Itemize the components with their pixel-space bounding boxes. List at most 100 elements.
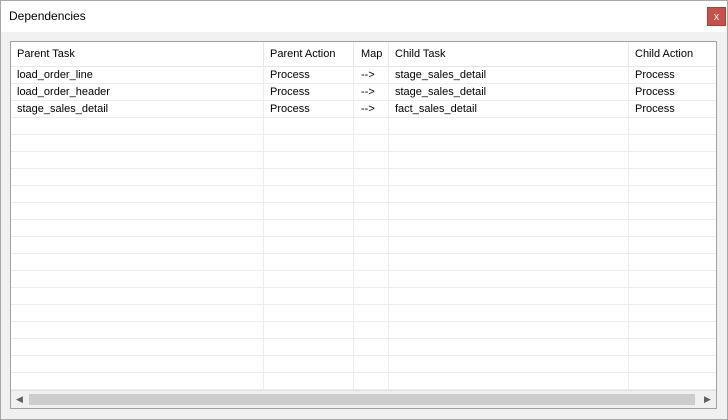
- cell-child-action[interactable]: [629, 220, 716, 237]
- table-row[interactable]: load_order_header Process --> stage_sales_d…: [11, 84, 716, 101]
- cell-child-task[interactable]: [389, 169, 629, 186]
- cell-map[interactable]: -->: [354, 67, 389, 84]
- cell-parent-task[interactable]: [11, 186, 264, 203]
- cell-parent-task[interactable]: stage_sales_detail: [11, 101, 264, 118]
- empty-table-row[interactable]: [11, 118, 716, 135]
- cell-child-task[interactable]: [389, 220, 629, 237]
- empty-table-row[interactable]: [11, 322, 716, 339]
- empty-table-row[interactable]: [11, 220, 716, 237]
- arrow-right-icon[interactable]: ▶: [699, 391, 716, 408]
- empty-table-row[interactable]: [11, 356, 716, 373]
- cell-parent-action[interactable]: [264, 356, 354, 373]
- cell-child-task[interactable]: stage_sales_detail: [389, 84, 629, 101]
- empty-table-row[interactable]: [11, 152, 716, 169]
- cell-parent-task[interactable]: load_order_header: [11, 84, 264, 101]
- cell-parent-action[interactable]: [264, 305, 354, 322]
- cell-parent-action[interactable]: [264, 339, 354, 356]
- cell-map[interactable]: [354, 118, 389, 135]
- empty-table-row[interactable]: [11, 373, 716, 390]
- cell-child-action[interactable]: [629, 169, 716, 186]
- empty-table-row[interactable]: [11, 135, 716, 152]
- cell-child-task[interactable]: [389, 152, 629, 169]
- cell-parent-action[interactable]: [264, 237, 354, 254]
- cell-child-action[interactable]: [629, 322, 716, 339]
- cell-map[interactable]: [354, 220, 389, 237]
- cell-parent-task[interactable]: [11, 118, 264, 135]
- column-header-parent-task[interactable]: Parent Task: [11, 42, 264, 66]
- cell-parent-action[interactable]: [264, 220, 354, 237]
- arrow-left-icon[interactable]: ◀: [11, 391, 28, 408]
- cell-map[interactable]: [354, 373, 389, 390]
- cell-child-task[interactable]: [389, 373, 629, 390]
- cell-map[interactable]: [354, 305, 389, 322]
- cell-parent-task[interactable]: [11, 373, 264, 390]
- cell-parent-task[interactable]: [11, 152, 264, 169]
- horizontal-scrollbar[interactable]: ◀ ▶: [11, 390, 716, 408]
- column-header-parent-action[interactable]: Parent Action: [264, 42, 354, 66]
- cell-map[interactable]: [354, 169, 389, 186]
- cell-map[interactable]: [354, 356, 389, 373]
- empty-table-row[interactable]: [11, 305, 716, 322]
- cell-parent-task[interactable]: [11, 356, 264, 373]
- cell-child-task[interactable]: [389, 288, 629, 305]
- cell-parent-task[interactable]: load_order_line: [11, 67, 264, 84]
- cell-child-action[interactable]: [629, 305, 716, 322]
- cell-child-action[interactable]: [629, 118, 716, 135]
- cell-child-action[interactable]: [629, 254, 716, 271]
- cell-child-task[interactable]: [389, 118, 629, 135]
- empty-table-row[interactable]: [11, 203, 716, 220]
- cell-child-action[interactable]: [629, 135, 716, 152]
- cell-parent-action[interactable]: [264, 373, 354, 390]
- cell-map[interactable]: [354, 288, 389, 305]
- empty-table-row[interactable]: [11, 186, 716, 203]
- cell-parent-task[interactable]: [11, 322, 264, 339]
- cell-parent-task[interactable]: [11, 220, 264, 237]
- cell-map[interactable]: -->: [354, 101, 389, 118]
- cell-parent-action[interactable]: Process: [264, 101, 354, 118]
- cell-parent-task[interactable]: [11, 254, 264, 271]
- cell-map[interactable]: [354, 271, 389, 288]
- cell-child-task[interactable]: [389, 135, 629, 152]
- cell-child-task[interactable]: [389, 186, 629, 203]
- cell-parent-task[interactable]: [11, 339, 264, 356]
- cell-map[interactable]: [354, 135, 389, 152]
- cell-map[interactable]: -->: [354, 84, 389, 101]
- empty-table-row[interactable]: [11, 169, 716, 186]
- column-header-child-task[interactable]: Child Task: [389, 42, 629, 66]
- cell-child-task[interactable]: [389, 271, 629, 288]
- column-header-child-action[interactable]: Child Action: [629, 42, 716, 66]
- cell-parent-action[interactable]: [264, 254, 354, 271]
- empty-table-row[interactable]: [11, 339, 716, 356]
- cell-child-action[interactable]: [629, 339, 716, 356]
- cell-child-action[interactable]: [629, 288, 716, 305]
- cell-map[interactable]: [354, 186, 389, 203]
- cell-child-action[interactable]: Process: [629, 101, 716, 118]
- cell-child-action[interactable]: [629, 152, 716, 169]
- cell-child-task[interactable]: [389, 254, 629, 271]
- empty-table-row[interactable]: [11, 237, 716, 254]
- cell-parent-action[interactable]: [264, 203, 354, 220]
- cell-child-action[interactable]: [629, 203, 716, 220]
- cell-child-action[interactable]: Process: [629, 84, 716, 101]
- cell-map[interactable]: [354, 152, 389, 169]
- cell-child-action[interactable]: [629, 271, 716, 288]
- cell-parent-action[interactable]: [264, 186, 354, 203]
- cell-child-action[interactable]: [629, 373, 716, 390]
- cell-parent-task[interactable]: [11, 305, 264, 322]
- cell-parent-action[interactable]: [264, 152, 354, 169]
- table-row[interactable]: load_order_line Process --> stage_sales_det…: [11, 67, 716, 84]
- scrollbar-thumb[interactable]: [29, 394, 695, 405]
- cell-map[interactable]: [354, 322, 389, 339]
- dependencies-grid[interactable]: Parent Task Parent Action Map Child Task…: [10, 41, 717, 409]
- cell-parent-action[interactable]: [264, 322, 354, 339]
- cell-child-task[interactable]: [389, 322, 629, 339]
- cell-parent-task[interactable]: [11, 135, 264, 152]
- cell-map[interactable]: [354, 203, 389, 220]
- column-header-map[interactable]: Map: [354, 42, 389, 66]
- empty-table-row[interactable]: [11, 271, 716, 288]
- cell-child-action[interactable]: [629, 186, 716, 203]
- cell-map[interactable]: [354, 254, 389, 271]
- cell-child-action[interactable]: [629, 356, 716, 373]
- cell-map[interactable]: [354, 339, 389, 356]
- cell-child-action[interactable]: [629, 237, 716, 254]
